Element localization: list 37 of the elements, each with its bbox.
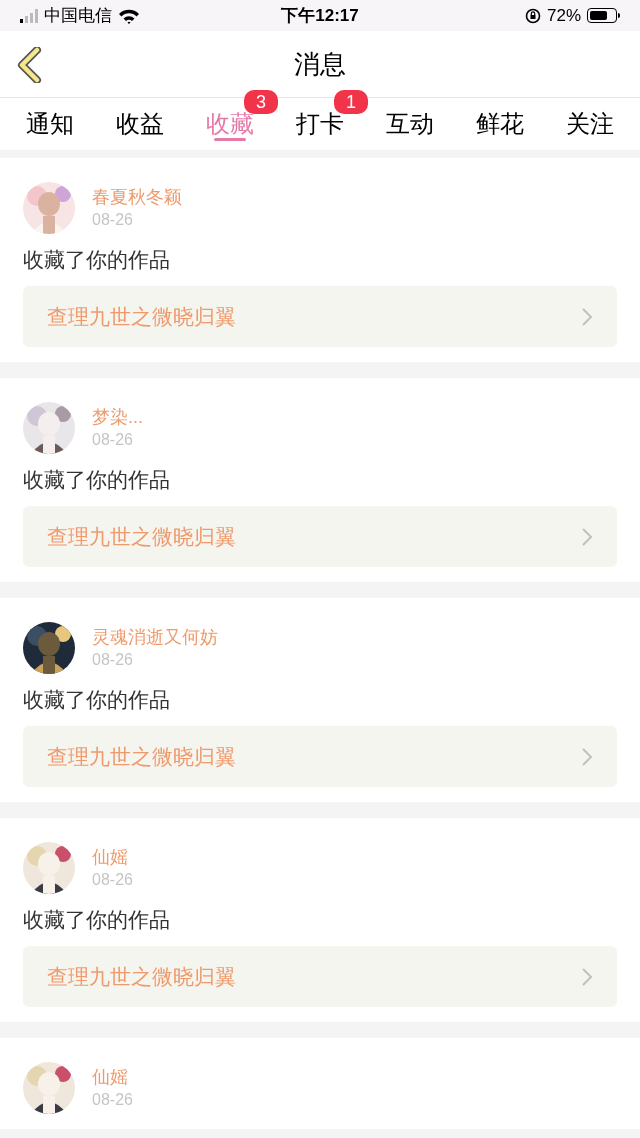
message-date: 08-26 (92, 650, 134, 670)
message-date: 08-26 (92, 210, 134, 230)
back-chevron-icon (17, 47, 43, 83)
wifi-icon (118, 7, 140, 24)
count-badge: 1 (334, 90, 368, 114)
user-name[interactable]: 春夏秋冬颖 (92, 182, 182, 210)
message-date: 08-26 (92, 870, 133, 890)
user-name[interactable]: 梦染... (92, 402, 143, 430)
work-link[interactable]: 查理九世之微晓归翼 (23, 726, 617, 787)
battery-percent: 72% (546, 4, 581, 27)
message-text: 收藏了你的作品 (23, 467, 171, 493)
work-link[interactable]: 查理九世之微晓归翼 (23, 286, 617, 347)
work-link[interactable]: 查理九世之微晓归翼 (23, 506, 617, 567)
message-date: 08-26 (92, 1090, 133, 1110)
message-text: 收藏了你的作品 (23, 907, 171, 933)
carrier-name: 中国电信 (44, 4, 112, 27)
page-title: 消息 (294, 47, 346, 81)
user-name[interactable]: 仙媱 (92, 1062, 133, 1090)
battery-icon (587, 8, 620, 23)
signal-icon (20, 8, 38, 23)
status-time: 下午12:17 (280, 4, 360, 27)
message-date: 08-26 (92, 430, 134, 450)
tab[interactable]: 互动 (386, 98, 434, 150)
chevron-right-icon (581, 966, 593, 987)
tab[interactable]: 鲜花 (476, 98, 524, 150)
tab[interactable]: 关注 (566, 98, 614, 150)
chevron-right-icon (581, 746, 593, 767)
rotation-lock-icon (524, 7, 541, 24)
message-text: 收藏了你的作品 (23, 247, 171, 273)
chevron-right-icon (581, 306, 593, 327)
tab[interactable]: 通知 (26, 98, 74, 150)
work-link[interactable]: 查理九世之微晓归翼 (23, 946, 617, 1007)
user-name[interactable]: 灵魂消逝又何妨 (92, 622, 218, 650)
message-text: 收藏了你的作品 (23, 687, 171, 713)
tab[interactable]: 收益 (116, 98, 164, 150)
user-name[interactable]: 仙媱 (92, 842, 133, 870)
chevron-right-icon (581, 526, 593, 547)
